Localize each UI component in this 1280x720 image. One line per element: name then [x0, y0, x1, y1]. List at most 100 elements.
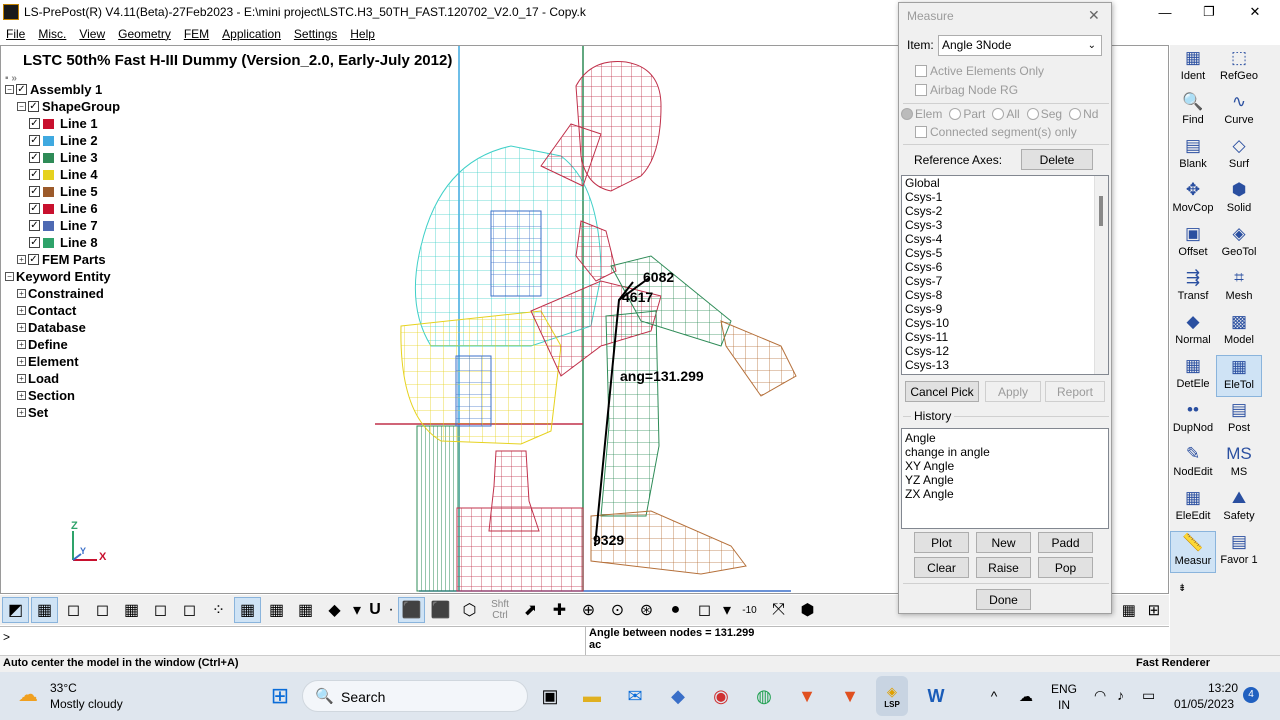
task-view-icon[interactable]: ▣: [534, 680, 566, 712]
command-prompt[interactable]: >: [3, 630, 10, 644]
checkbox-icon[interactable]: ✓: [28, 254, 39, 265]
view-cube-wire-icon[interactable]: ◻: [89, 597, 116, 623]
zoom-box-icon[interactable]: ⊕: [575, 597, 602, 623]
tree-shapegroup[interactable]: − ✓ ShapeGroup: [17, 98, 120, 115]
tree-line-item[interactable]: ✓ Line 8: [29, 234, 98, 251]
part-color-icon[interactable]: ⬢: [794, 597, 821, 623]
axes-list-item[interactable]: Global: [902, 176, 1108, 190]
movcop-button[interactable]: ✥ MovCop: [1170, 179, 1216, 221]
history-item[interactable]: change in angle: [902, 445, 1108, 459]
checkbox-icon[interactable]: ✓: [29, 135, 40, 146]
tree-line-item[interactable]: ✓ Line 2: [29, 132, 98, 149]
checkbox-icon[interactable]: ✓: [29, 152, 40, 163]
tree-assembly[interactable]: − ✓ Assembly 1: [5, 81, 102, 98]
rotate-icon[interactable]: ⊛: [633, 597, 660, 623]
measur-button[interactable]: 📏 Measur: [1170, 531, 1216, 573]
eleedit-button[interactable]: ▦ EleEdit: [1170, 487, 1216, 529]
axes-list-item[interactable]: Csys-7: [902, 274, 1108, 288]
tree-line-item[interactable]: ✓ Line 5: [29, 183, 98, 200]
start-icon[interactable]: ⊞: [264, 680, 296, 712]
tree-line-item[interactable]: ✓ Line 3: [29, 149, 98, 166]
blank-button[interactable]: ▤ Blank: [1170, 135, 1216, 177]
radio-all[interactable]: All: [992, 107, 1020, 121]
tree-keyword-item[interactable]: + Database: [17, 319, 86, 336]
checkbox-icon[interactable]: ✓: [29, 203, 40, 214]
copilot-icon[interactable]: ◆: [662, 680, 694, 712]
split-icon[interactable]: ▦: [1122, 601, 1136, 619]
search-box[interactable]: 🔍 Search: [302, 680, 528, 712]
axes-icon[interactable]: ⤧: [765, 597, 792, 623]
checkbox-icon[interactable]: ✓: [29, 237, 40, 248]
word-icon[interactable]: W: [920, 680, 952, 712]
notification-badge[interactable]: 4: [1243, 687, 1259, 703]
find-button[interactable]: 🔍 Find: [1170, 91, 1216, 133]
menu-application[interactable]: Application: [222, 27, 281, 41]
shift-ctrl-toggle[interactable]: Shft Ctrl: [485, 597, 515, 623]
solid-button[interactable]: ⬢ Solid: [1216, 179, 1262, 221]
menu-view[interactable]: View: [79, 27, 105, 41]
expander-icon[interactable]: +: [17, 391, 26, 400]
raise-button[interactable]: Raise: [976, 557, 1031, 578]
tree-keyword-item[interactable]: + Set: [17, 404, 48, 421]
active-elements-option[interactable]: Active Elements Only: [915, 64, 1044, 78]
history-item[interactable]: Angle: [902, 431, 1108, 445]
surf-button[interactable]: ◇ Surf: [1216, 135, 1262, 177]
expander-icon[interactable]: +: [17, 408, 26, 417]
dupnod-button[interactable]: •• DupNod: [1170, 399, 1216, 441]
checkbox-icon[interactable]: ✓: [28, 101, 39, 112]
cancel-pick-button[interactable]: Cancel Pick: [905, 381, 979, 402]
view-points-icon[interactable]: ⁘: [205, 597, 232, 623]
weather-desc[interactable]: Mostly cloudy: [50, 697, 123, 711]
menu-help[interactable]: Help: [350, 27, 375, 41]
chevron-up-icon[interactable]: ^: [978, 680, 1010, 712]
checkbox-icon[interactable]: [915, 84, 927, 96]
post-button[interactable]: ▤ Post: [1216, 399, 1262, 441]
clear-button[interactable]: Clear: [914, 557, 969, 578]
tree-keyword-item[interactable]: + Section: [17, 387, 75, 404]
scrollbar-thumb[interactable]: [1099, 196, 1103, 226]
view-cube-shaded-icon[interactable]: ◻: [60, 597, 87, 623]
curve-button[interactable]: ∿ Curve: [1216, 91, 1262, 133]
dropdown-arrow-icon[interactable]: ▾: [350, 597, 364, 623]
report-button[interactable]: Report: [1045, 381, 1105, 402]
more-tools-icon[interactable]: ⇟: [1178, 583, 1186, 594]
history-item[interactable]: XY Angle: [902, 459, 1108, 473]
model-button[interactable]: ▩ Model: [1216, 311, 1262, 353]
brave-beta-icon[interactable]: ▼: [834, 680, 866, 712]
axes-list-item[interactable]: Csys-11: [902, 330, 1108, 344]
menu-fem[interactable]: FEM: [184, 27, 209, 41]
axes-list-item[interactable]: Csys-5: [902, 246, 1108, 260]
axes-list-item[interactable]: Csys-9: [902, 302, 1108, 316]
view-outline-icon[interactable]: ◻: [147, 597, 174, 623]
zoom-icon[interactable]: ⊙: [604, 597, 631, 623]
offset-button[interactable]: ▣ Offset: [1170, 223, 1216, 265]
history-item[interactable]: ZX Angle: [902, 487, 1108, 501]
axes-list-item[interactable]: Csys-10: [902, 316, 1108, 330]
eletol-button[interactable]: ▦ EleTol: [1216, 355, 1262, 397]
checkbox-icon[interactable]: ✓: [29, 186, 40, 197]
expander-icon[interactable]: +: [17, 357, 26, 366]
mesh-button[interactable]: ⌗ Mesh: [1216, 267, 1262, 309]
dropdown-arrow-icon-2[interactable]: ▾: [720, 597, 734, 623]
tree-keyword-entity[interactable]: − Keyword Entity: [5, 268, 111, 285]
checkbox-icon[interactable]: [915, 126, 927, 138]
view-elements-icon[interactable]: ▦: [234, 597, 261, 623]
view-cube-icon[interactable]: ▦: [31, 597, 58, 623]
tree-fem-parts[interactable]: + ✓ FEM Parts: [17, 251, 106, 268]
checkbox-icon[interactable]: ✓: [29, 169, 40, 180]
u-button[interactable]: U: [366, 597, 384, 623]
maximize-button[interactable]: ❐: [1186, 0, 1232, 24]
wifi-icon[interactable]: ◠: [1094, 687, 1106, 704]
plot-button[interactable]: Plot: [914, 532, 969, 553]
angle-step[interactable]: -10: [736, 597, 763, 623]
checkbox-icon[interactable]: ✓: [16, 84, 27, 95]
expander-icon[interactable]: +: [17, 289, 26, 298]
tree-line-item[interactable]: ✓ Line 7: [29, 217, 98, 234]
geotol-button[interactable]: ◈ GeoTol: [1216, 223, 1262, 265]
new-button[interactable]: New: [976, 532, 1031, 553]
expander-icon[interactable]: −: [5, 85, 14, 94]
clock-date[interactable]: 01/05/2023: [1174, 697, 1234, 711]
view-mesh-icon[interactable]: ▦: [118, 597, 145, 623]
axes-list-item[interactable]: Csys-2: [902, 204, 1108, 218]
connected-segments-option[interactable]: Connected segment(s) only: [915, 125, 1077, 139]
